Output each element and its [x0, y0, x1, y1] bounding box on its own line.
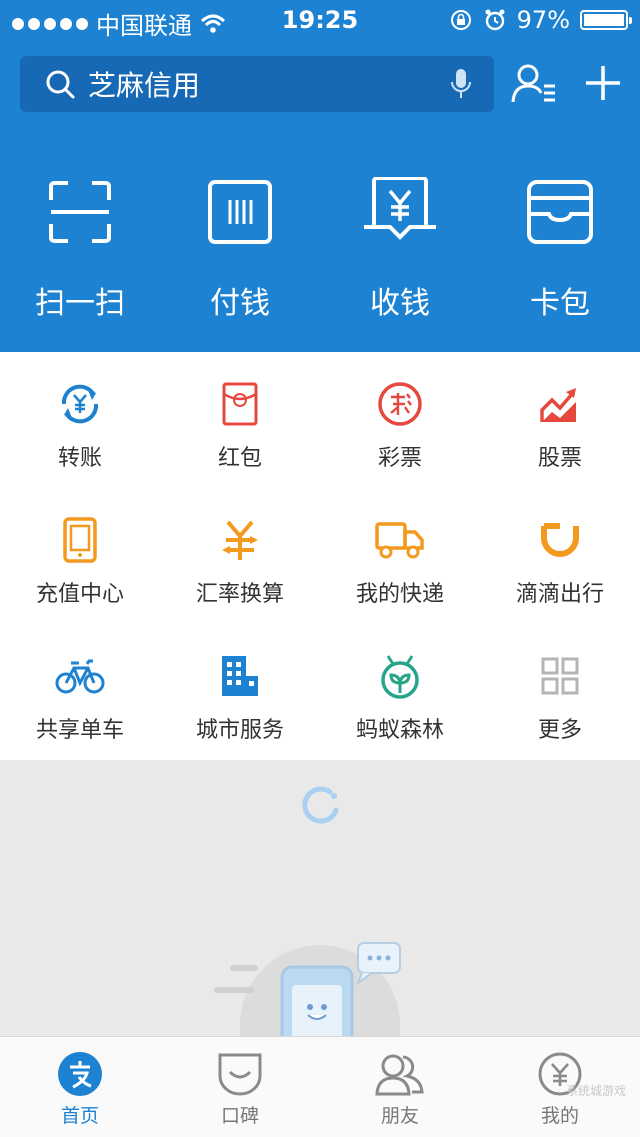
red-envelope-icon: [222, 382, 258, 426]
grid-item-exchange-rate[interactable]: 汇率换算: [160, 488, 320, 624]
grid-item-more[interactable]: 更多: [480, 624, 640, 760]
phone-topup-icon: [63, 517, 97, 563]
ant-forest-icon: [381, 655, 419, 699]
card-wallet-button[interactable]: 卡包: [480, 172, 640, 322]
grid-item-red-envelope[interactable]: 红包: [160, 352, 320, 488]
grid-label: 充值中心: [35, 582, 124, 607]
main-actions: 扫一扫 付钱 收钱 卡包: [0, 172, 640, 322]
rotation-lock-icon: [450, 10, 471, 30]
tab-label: 首页: [60, 1105, 99, 1127]
receive-money-icon: [364, 177, 436, 240]
tab-friends[interactable]: 朋友: [320, 1037, 480, 1137]
loading-spinner-icon: [302, 786, 339, 824]
grid-item-ant-forest[interactable]: 蚂蚁森林: [320, 624, 480, 760]
tab-label: 朋友: [380, 1105, 419, 1127]
battery-percent: 97%: [516, 6, 570, 34]
scan-button[interactable]: 扫一扫: [0, 172, 160, 322]
grid-item-lottery[interactable]: 彩票: [320, 352, 480, 488]
tab-bar: 首页 口碑 朋友 我的 系统城游戏: [0, 1036, 640, 1137]
pay-button[interactable]: 付钱: [160, 172, 320, 322]
receive-money-button[interactable]: 收钱: [320, 172, 480, 322]
empty-state-illustration: [214, 942, 401, 1036]
transfer-icon: [61, 384, 99, 424]
header: 芝麻信用 扫一扫 付钱 收钱 卡包: [0, 40, 640, 352]
grid-label: 更多: [537, 718, 582, 743]
search-input[interactable]: 芝麻信用: [88, 64, 200, 104]
status-bar: 中国联通 19:25 97%: [0, 0, 640, 40]
grid-label: 股票: [537, 446, 582, 471]
watermark-text: 系统城游戏: [565, 1084, 626, 1098]
grid-label: 共享单车: [35, 718, 124, 743]
grid-label: 红包: [217, 446, 262, 471]
exchange-rate-icon: [222, 520, 258, 560]
city-building-icon: [222, 656, 258, 696]
grid-item-delivery[interactable]: 我的快递: [320, 488, 480, 624]
grid-item-transfer[interactable]: 转账: [0, 352, 160, 488]
barcode-icon: [208, 180, 272, 244]
grid-label: 蚂蚁森林: [355, 718, 444, 743]
grid-item-didi[interactable]: 滴滴出行: [480, 488, 640, 624]
tab-label: 我的: [540, 1105, 579, 1127]
grid-item-city-services[interactable]: 城市服务: [160, 624, 320, 760]
grid-item-phone-topup[interactable]: 充值中心: [0, 488, 160, 624]
app-grid: 转账 红包 彩票 股票 充值中心 汇率换算 我的快递 滴滴出行 共享单车 城市服…: [0, 352, 640, 760]
didi-icon: [541, 523, 579, 557]
feed-area: [0, 760, 640, 1036]
tab-label: 口碑: [220, 1105, 259, 1127]
grid-label: 滴滴出行: [515, 582, 604, 607]
friends-icon: [375, 1054, 424, 1096]
grid-item-bike-share[interactable]: 共享单车: [0, 624, 160, 760]
microphone-icon[interactable]: [450, 68, 472, 100]
more-grid-icon: [541, 657, 579, 695]
grid-label: 我的快递: [355, 582, 444, 607]
grid-label: 汇率换算: [195, 582, 284, 607]
search-bar[interactable]: 芝麻信用: [20, 56, 494, 112]
alarm-icon: [485, 9, 505, 31]
delivery-truck-icon: [375, 522, 424, 559]
receive-money-label: 收钱: [370, 286, 430, 321]
add-plus-icon[interactable]: [584, 64, 622, 102]
tab-koubei[interactable]: 口碑: [160, 1037, 320, 1137]
grid-label: 彩票: [377, 446, 422, 471]
grid-label: 转账: [57, 446, 102, 471]
scan-label: 扫一扫: [35, 286, 125, 321]
stock-icon: [540, 388, 576, 422]
koubei-icon: [218, 1053, 262, 1096]
tab-home[interactable]: 首页: [0, 1037, 160, 1137]
card-wallet-icon: [527, 180, 593, 244]
lottery-icon: [378, 382, 422, 426]
pay-label: 付钱: [210, 286, 270, 321]
home-alipay-icon: [58, 1052, 102, 1096]
bicycle-icon: [55, 659, 105, 694]
card-wallet-label: 卡包: [530, 286, 590, 321]
grid-label: 城市服务: [195, 718, 284, 743]
scan-icon: [49, 181, 111, 243]
contacts-icon[interactable]: [510, 62, 558, 106]
grid-item-stock[interactable]: 股票: [480, 352, 640, 488]
search-icon: [46, 70, 75, 99]
battery-icon: [580, 10, 632, 30]
